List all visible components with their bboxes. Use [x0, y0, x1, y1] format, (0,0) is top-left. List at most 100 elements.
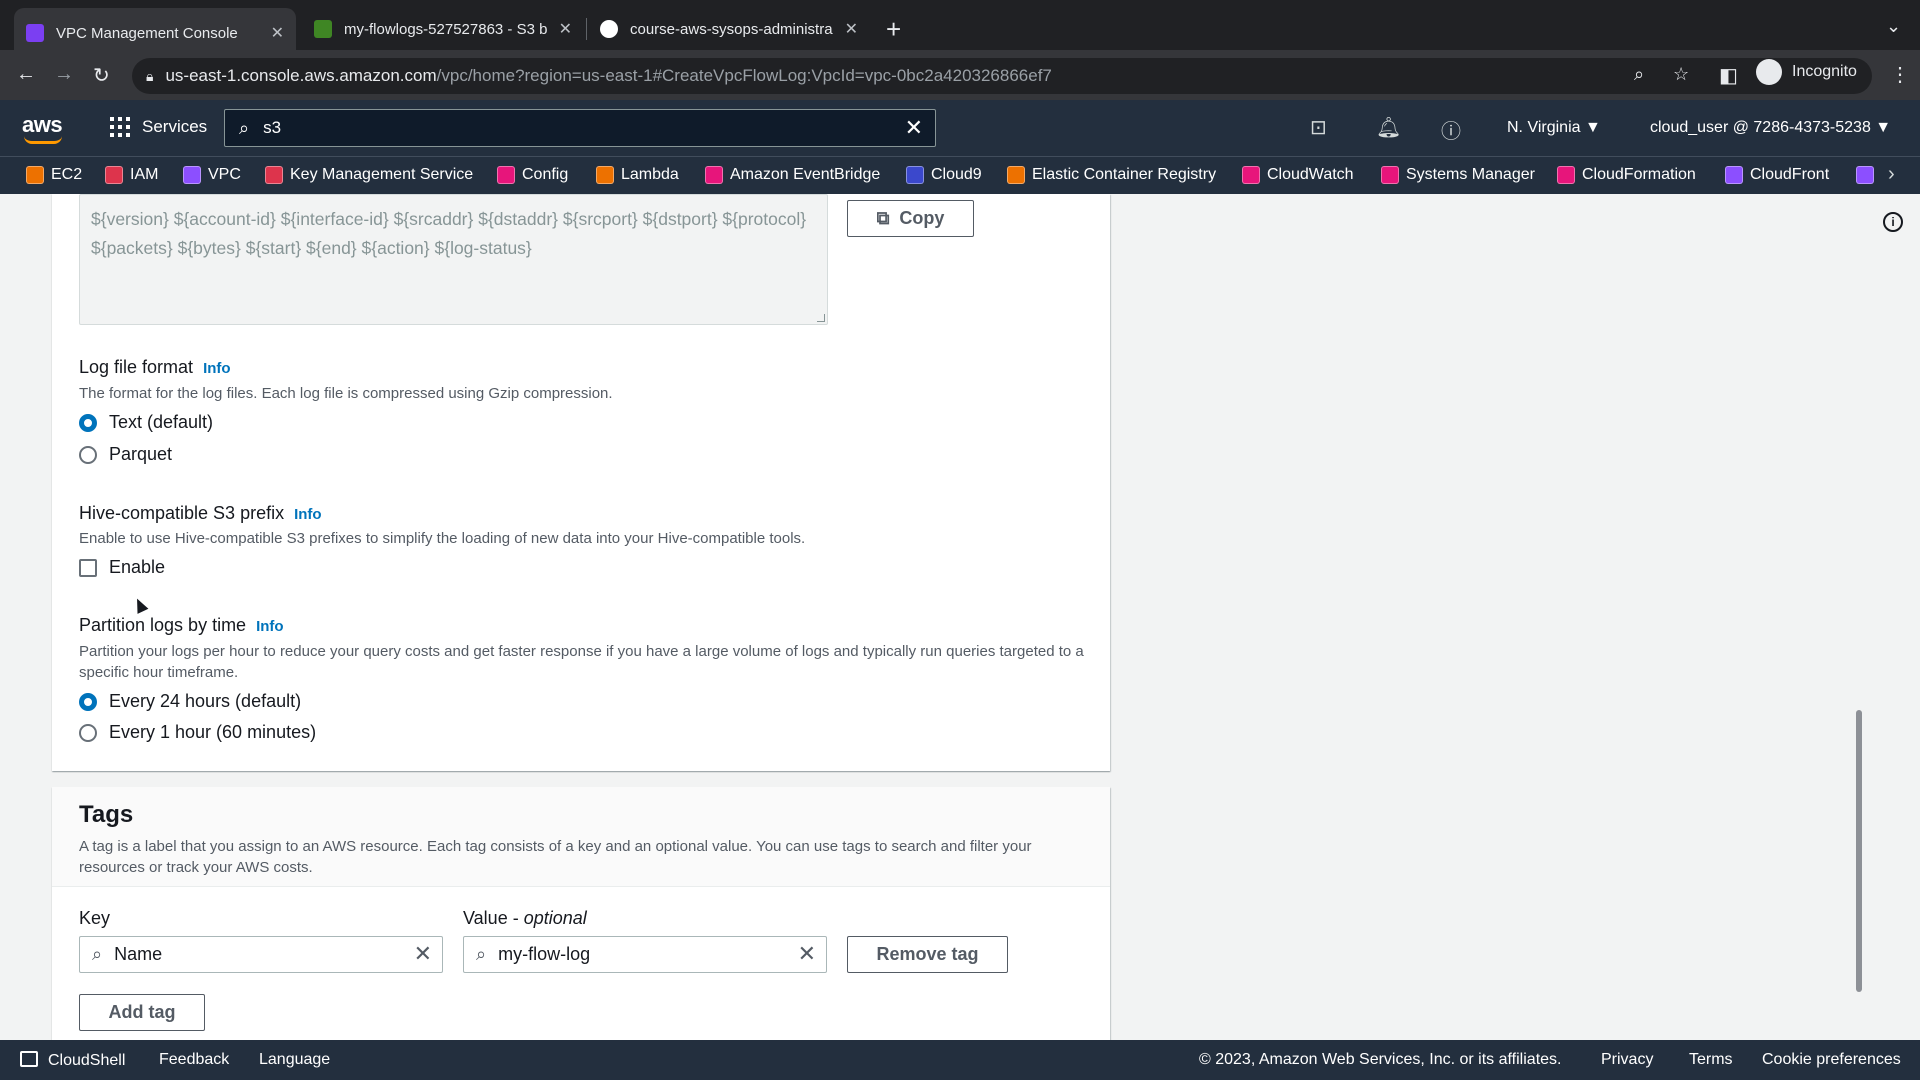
reload-icon[interactable]: ↻	[93, 63, 110, 88]
favorite-cloudfront[interactable]: CloudFront	[1725, 166, 1829, 184]
systems-manager-icon	[1381, 166, 1399, 184]
cloudshell-icon[interactable]: ⊡	[1310, 115, 1327, 140]
resize-handle-icon[interactable]	[817, 314, 825, 322]
format-preview-text: ${version} ${account-id} ${interface-id}…	[91, 209, 807, 258]
info-link[interactable]: Info	[294, 506, 322, 523]
browser-tab-github[interactable]: course-aws-sysops-administra ✕	[588, 8, 870, 50]
radio-selected-icon	[79, 413, 97, 432]
checkbox-unchecked-icon	[79, 558, 97, 577]
radio-selected-icon	[79, 692, 97, 711]
browser-menu-icon[interactable]: ⋮	[1890, 62, 1910, 87]
copy-label: Copy	[899, 208, 945, 228]
clear-value-icon[interactable]: ✕	[798, 941, 816, 967]
lock-icon: 🔒︎	[146, 67, 154, 84]
github-favicon-icon	[600, 20, 618, 38]
side-panel-icon[interactable]: ◧	[1719, 63, 1738, 88]
info-panel-toggle-icon[interactable]: i	[1883, 212, 1903, 232]
tag-value-input[interactable]: ⌕ my-flow-log ✕	[463, 936, 827, 973]
hive-enable-checkbox[interactable]: Enable	[79, 557, 165, 578]
address-bar[interactable]: 🔒︎ us-east-1.console.aws.amazon.com/vpc/…	[132, 58, 1872, 94]
clear-key-icon[interactable]: ✕	[414, 941, 432, 967]
forward-arrow-icon[interactable]: →	[54, 63, 74, 86]
tab-search-chevron-icon[interactable]: ⌄	[1886, 16, 1901, 37]
clear-search-icon[interactable]: ✕	[905, 115, 923, 141]
favorite-lambda[interactable]: Lambda	[596, 166, 679, 184]
vpc-favicon-icon	[26, 24, 44, 42]
zoom-magnifier-icon[interactable]: ⌕	[1634, 64, 1644, 85]
page-scrollbar[interactable]	[1856, 710, 1862, 992]
radio-every-24-hours[interactable]: Every 24 hours (default)	[79, 691, 301, 712]
log-file-format-label: Log file format Info	[79, 357, 231, 378]
help-icon[interactable]: ⓘ	[1441, 115, 1461, 144]
remove-tag-button[interactable]: Remove tag	[847, 936, 1008, 973]
favorite-label: EC2	[51, 166, 83, 183]
browser-tab-s3-bucket[interactable]: my-flowlogs-527527863 - S3 b ✕	[302, 8, 584, 50]
favorite-config[interactable]: Config	[497, 166, 568, 184]
url-path: /vpc/home?region=us-east-1#CreateVpcFlow…	[436, 66, 1052, 85]
tab-close-icon[interactable]: ✕	[845, 19, 858, 39]
radio-text-default[interactable]: Text (default)	[79, 412, 213, 433]
log-record-format-preview[interactable]: ${version} ${account-id} ${interface-id}…	[79, 194, 828, 325]
tab-close-icon[interactable]: ✕	[559, 19, 572, 39]
info-link[interactable]: Info	[256, 618, 284, 635]
bookmark-star-icon[interactable]: ☆	[1673, 64, 1689, 85]
favorite-cloudformation[interactable]: CloudFormation	[1557, 166, 1696, 184]
tab-title: VPC Management Console	[56, 24, 238, 42]
copyright-text: © 2023, Amazon Web Services, Inc. or its…	[1199, 1051, 1562, 1068]
favorite-label: IAM	[130, 166, 159, 183]
back-arrow-icon[interactable]: ←	[16, 63, 36, 86]
radio-parquet[interactable]: Parquet	[79, 444, 172, 465]
aws-logo-text: aws	[22, 112, 63, 137]
favorite-kms[interactable]: Key Management Service	[265, 166, 473, 184]
favorites-scroll-right-icon[interactable]: ›	[1888, 163, 1895, 186]
console-footer: CloudShell Feedback Language © 2023, Ama…	[0, 1040, 1920, 1080]
search-icon: ⌕	[476, 944, 487, 964]
incognito-indicator[interactable]: Incognito	[1756, 59, 1857, 85]
notifications-bell-icon[interactable]: 🔔︎	[1376, 115, 1401, 140]
terms-link[interactable]: Terms	[1689, 1051, 1733, 1069]
search-icon: ⌕	[239, 117, 250, 138]
favorite-cloud9[interactable]: Cloud9	[906, 166, 982, 184]
favorite-vpc[interactable]: VPC	[183, 166, 241, 184]
cookie-preferences-link[interactable]: Cookie preferences	[1762, 1051, 1901, 1069]
cloudshell-footer-button[interactable]: CloudShell	[20, 1051, 125, 1070]
favorite-ecr[interactable]: Elastic Container Registry	[1007, 166, 1216, 184]
console-search[interactable]: ⌕ ✕	[224, 109, 936, 147]
aws-logo[interactable]: aws	[22, 112, 63, 144]
favorite-overflow[interactable]	[1856, 166, 1881, 184]
copy-icon: ⧉	[876, 208, 890, 228]
favorite-cloudwatch[interactable]: CloudWatch	[1242, 166, 1354, 184]
favorite-systems-manager[interactable]: Systems Manager	[1381, 166, 1535, 184]
favorite-iam[interactable]: IAM	[105, 166, 158, 184]
radio-label: Every 24 hours (default)	[109, 691, 302, 711]
tab-title: my-flowlogs-527527863 - S3 b	[344, 20, 548, 38]
kms-icon	[265, 166, 283, 184]
new-tab-icon[interactable]: +	[886, 14, 901, 45]
services-menu-button[interactable]: Services	[110, 117, 207, 137]
search-icon: ⌕	[92, 944, 103, 964]
field-label: Log file format	[79, 357, 194, 377]
partition-logs-label: Partition logs by time Info	[79, 615, 284, 636]
info-link[interactable]: Info	[203, 360, 231, 377]
search-input[interactable]	[263, 118, 864, 138]
region-selector[interactable]: N. Virginia ▼	[1507, 119, 1601, 137]
favorite-label: Cloud9	[931, 166, 982, 183]
feedback-link[interactable]: Feedback	[159, 1051, 229, 1069]
tab-separator	[586, 18, 587, 40]
language-link[interactable]: Language	[259, 1051, 330, 1069]
services-label: Services	[142, 117, 208, 136]
field-label: Partition logs by time	[79, 615, 247, 635]
favorite-eventbridge[interactable]: Amazon EventBridge	[705, 166, 880, 184]
add-tag-button[interactable]: Add tag	[79, 994, 205, 1031]
tag-value-value: my-flow-log	[498, 944, 591, 964]
privacy-link[interactable]: Privacy	[1601, 1051, 1653, 1069]
tag-key-input[interactable]: ⌕ Name ✕	[79, 936, 443, 973]
favorite-ec2[interactable]: EC2	[26, 166, 82, 184]
browser-toolbar: ← → ↻ 🔒︎ us-east-1.console.aws.amazon.co…	[0, 50, 1920, 100]
account-menu[interactable]: cloud_user @ 7286-4373-5238 ▼	[1650, 119, 1891, 137]
copy-button[interactable]: ⧉ Copy	[847, 200, 974, 237]
radio-label: Text (default)	[109, 412, 214, 432]
radio-every-1-hour[interactable]: Every 1 hour (60 minutes)	[79, 722, 316, 743]
incognito-icon	[1756, 59, 1782, 85]
tab-close-icon[interactable]: ✕	[271, 23, 284, 43]
